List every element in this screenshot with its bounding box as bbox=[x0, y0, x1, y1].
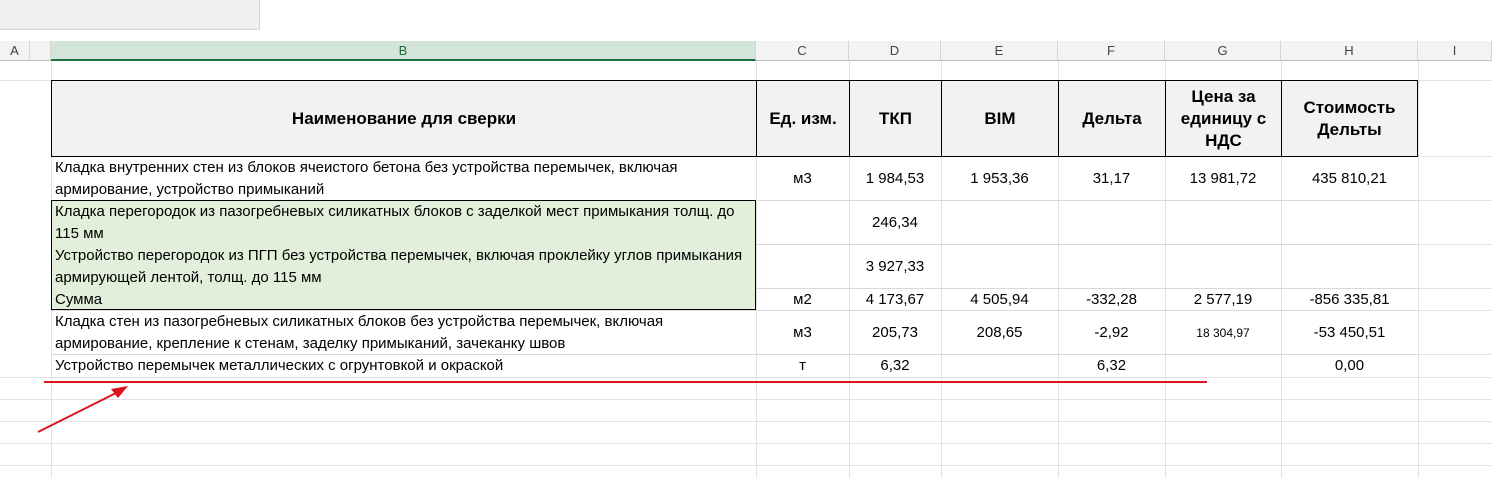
red-arrow-head bbox=[111, 386, 128, 398]
red-arrow-shaft bbox=[37, 388, 125, 433]
annotation-overlay bbox=[37, 381, 1207, 433]
